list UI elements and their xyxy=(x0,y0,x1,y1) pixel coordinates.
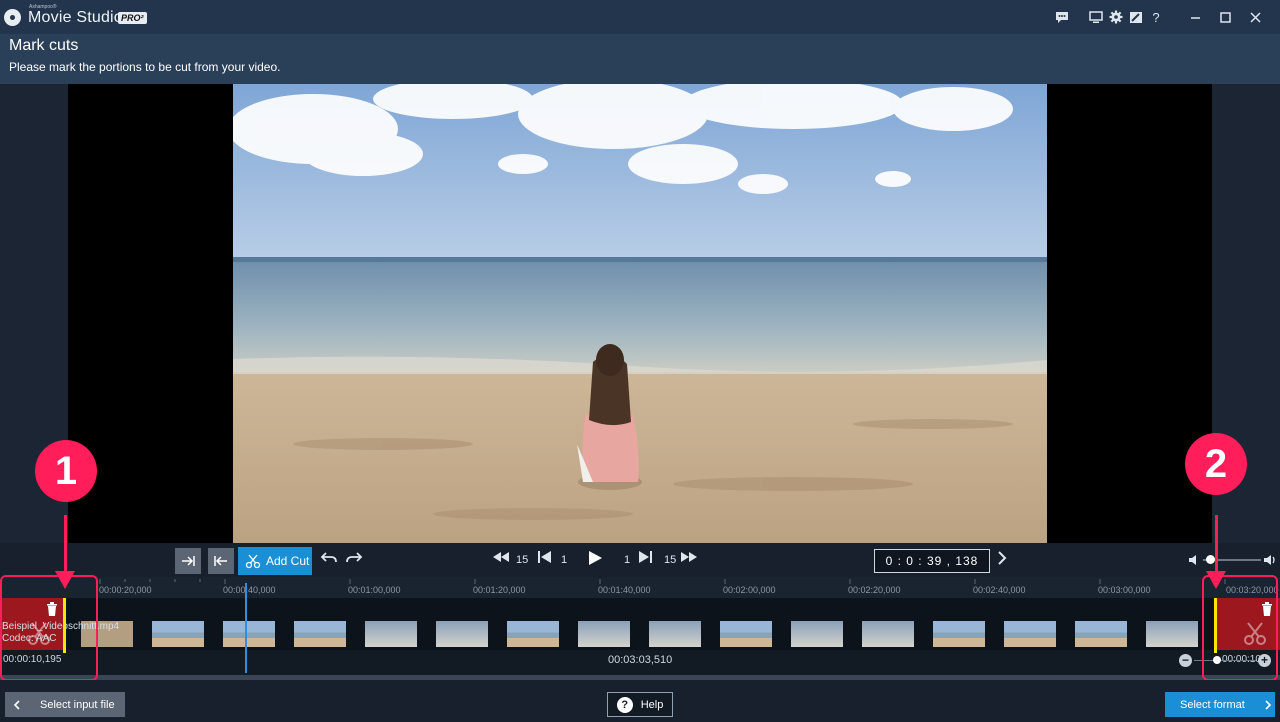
set-end-marker-button[interactable] xyxy=(208,548,234,574)
thumbnail xyxy=(791,621,843,647)
undo-icon[interactable] xyxy=(320,550,338,571)
thumbnail xyxy=(933,621,985,647)
rewind-15-label: 15 xyxy=(516,554,529,566)
volume-high-icon[interactable] xyxy=(1263,553,1277,571)
thumbnail xyxy=(1075,621,1127,647)
playhead[interactable] xyxy=(245,583,247,673)
monitor-icon[interactable] xyxy=(1086,8,1106,26)
fast-forward-15-icon[interactable] xyxy=(680,550,698,568)
next-label: Select format xyxy=(1180,698,1245,711)
thumbnail xyxy=(365,621,417,647)
annotation-box-2 xyxy=(1202,575,1278,681)
page-subtitle: Please mark the portions to be cut from … xyxy=(9,60,281,74)
app-window: Ashampoo® Movie Studio PRO² ? Mark cuts … xyxy=(0,0,1280,722)
chevron-right-icon[interactable] xyxy=(997,550,1007,571)
ruler-tick-label: 00:02:40,000 xyxy=(973,585,1026,595)
thumbnail xyxy=(1004,621,1056,647)
ruler-tick-label: 00:03:00,000 xyxy=(1098,585,1151,595)
chevron-right-icon xyxy=(1265,699,1271,710)
thumbnail xyxy=(436,621,488,647)
footer-bar: Select input file ? Help Select format xyxy=(0,680,1280,722)
thumbnail xyxy=(152,621,204,647)
add-cut-button[interactable]: Add Cut xyxy=(238,547,312,575)
edit-icon[interactable] xyxy=(1126,8,1146,26)
pro-badge: PRO² xyxy=(118,12,147,24)
app-title: Movie Studio xyxy=(28,9,123,26)
ruler-tick-label: 00:02:20,000 xyxy=(848,585,901,595)
chevron-left-icon xyxy=(13,699,20,710)
help-circle-icon: ? xyxy=(616,696,633,713)
annotation-badge-1: 1 xyxy=(35,440,97,502)
help-question-icon[interactable]: ? xyxy=(1146,8,1166,26)
set-start-marker-button[interactable] xyxy=(175,548,201,574)
thumbnail xyxy=(578,621,630,647)
timeline-ruler: 00:00:20,000 00:00:40,000 00:01:00,000 0… xyxy=(0,577,1280,598)
maximize-icon[interactable] xyxy=(1210,8,1240,26)
page-title: Mark cuts xyxy=(9,37,79,54)
titlebar-tools: ? xyxy=(1052,8,1270,26)
ruler-tick-label: 00:00:20,000 xyxy=(99,585,152,595)
volume-low-icon[interactable] xyxy=(1188,553,1200,571)
redo-icon[interactable] xyxy=(345,550,363,571)
annotation-box-1 xyxy=(0,575,98,681)
ruler-tick-label: 00:01:00,000 xyxy=(348,585,401,595)
ruler-tick-label: 00:01:20,000 xyxy=(473,585,526,595)
video-preview-area xyxy=(0,84,1280,543)
thumbnail xyxy=(720,621,772,647)
ruler-tick-label: 00:01:40,000 xyxy=(598,585,651,595)
video-frame[interactable] xyxy=(233,84,1047,543)
timeline[interactable]: 00:00:20,000 00:00:40,000 00:01:00,000 0… xyxy=(0,577,1280,681)
frame-back-label: 1 xyxy=(561,554,568,566)
thumbnail xyxy=(294,621,346,647)
forward-15-label: 15 xyxy=(664,554,677,566)
timecode-input[interactable]: 0 : 0 : 39 , 138 xyxy=(874,549,990,573)
frame-back-icon[interactable] xyxy=(537,550,553,569)
beach-scene-image xyxy=(233,84,1047,543)
frame-forward-label: 1 xyxy=(624,554,631,566)
rewind-15-icon[interactable] xyxy=(492,550,510,568)
annotation-arrow-2 xyxy=(1215,515,1218,573)
annotation-arrow-1 xyxy=(64,515,67,573)
select-format-button[interactable]: Select format xyxy=(1165,692,1275,717)
thumbnail xyxy=(507,621,559,647)
volume-slider-handle[interactable] xyxy=(1206,555,1215,564)
total-duration: 00:03:03,510 xyxy=(608,654,673,666)
frame-forward-icon[interactable] xyxy=(637,550,653,569)
minimize-icon[interactable] xyxy=(1180,8,1210,26)
zoom-out-icon[interactable]: − xyxy=(1179,654,1192,667)
thumbnail xyxy=(649,621,701,647)
thumbnail xyxy=(862,621,914,647)
scissors-icon xyxy=(245,554,261,569)
select-input-file-button[interactable]: Select input file xyxy=(5,692,125,717)
thumbnail xyxy=(223,621,275,647)
page-header: Mark cuts Please mark the portions to be… xyxy=(0,34,1280,84)
close-icon[interactable] xyxy=(1240,8,1270,26)
chat-icon[interactable] xyxy=(1052,8,1072,26)
gear-icon[interactable] xyxy=(1106,8,1126,26)
title-bar: Ashampoo® Movie Studio PRO² ? xyxy=(0,0,1280,34)
help-label: Help xyxy=(640,698,664,711)
help-button[interactable]: ? Help xyxy=(607,692,673,717)
add-cut-label: Add Cut xyxy=(266,554,310,568)
back-label: Select input file xyxy=(40,698,115,711)
ruler-tick-label: 00:02:00,000 xyxy=(723,585,776,595)
film-reel-icon xyxy=(4,9,21,26)
thumbnail xyxy=(1146,621,1198,647)
transport-bar: Add Cut 15 1 1 15 0 : 0 : 39 , 138 xyxy=(0,543,1280,577)
play-icon[interactable] xyxy=(587,550,603,571)
ruler-tick-label: 00:00:40,000 xyxy=(223,585,276,595)
annotation-badge-2: 2 xyxy=(1185,433,1247,495)
